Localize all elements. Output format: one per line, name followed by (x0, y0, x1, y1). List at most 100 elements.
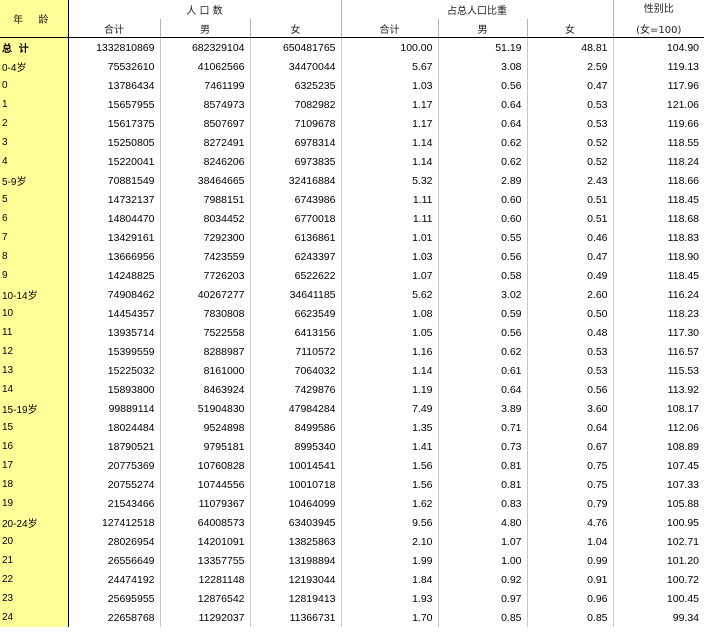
table-header: 年 龄 人 口 数 占总人口比重 性别比 合计 男 女 合计 男 女 (女=10… (0, 0, 705, 38)
cell-share-total: 1.03 (341, 76, 439, 95)
cell-sex-ratio: 117.96 (667, 79, 700, 92)
cell-share-male: 0.73 (438, 437, 528, 456)
cell-age: 1 (0, 95, 69, 114)
table-row: 10 14454357 7830808 6623549 1.08 0.59 0.50 118.… (0, 304, 704, 323)
cell-share-female: 0.49 (527, 266, 614, 285)
cell-age: 4 (0, 152, 69, 171)
cell-pop-male: 8272491 (160, 133, 251, 152)
cell-share-total: 5.62 (341, 285, 439, 304)
cell-sex-ratio: 118.83 (667, 231, 700, 244)
cell-pop-total: 25695955 (68, 589, 161, 608)
table-row: 总 计 1332810869 682329104 650481765 100.00 51.… (0, 37, 704, 57)
cell-share-total: 1.14 (341, 361, 439, 380)
cell-pop-male: 9795181 (160, 437, 251, 456)
cell-sex-ratio: 119.66 (667, 117, 700, 130)
cell-share-total: 2.10 (341, 532, 439, 551)
table-row: 0 13786434 7461199 6325235 1.03 0.56 0.47 117.9… (0, 76, 704, 95)
cell-share-male: 0.58 (438, 266, 528, 285)
table-row: 20-24岁 127412518 64008573 63403945 9.56 4.80 4… (0, 513, 704, 532)
cell-share-total: 1.08 (341, 304, 439, 323)
cell-age: 20-24岁 (0, 513, 69, 532)
cell-share-female: 2.60 (527, 285, 614, 304)
table-row: 13 15225032 8161000 7064032 1.14 0.61 0.53 115.… (0, 361, 704, 380)
cell-sex-ratio: 108.89 (666, 440, 700, 453)
cell-share-total: 100.00 (341, 37, 439, 57)
cell-share-male: 0.60 (438, 190, 528, 209)
cell-share-male: 0.64 (438, 114, 528, 133)
table-row: 19 21543466 11079367 10464099 1.62 0.83 0.79 10… (0, 494, 704, 513)
cell-pop-male: 8246206 (160, 152, 251, 171)
header-pop-female: 女 (250, 19, 342, 38)
cell-share-male: 1.00 (438, 551, 528, 570)
cell-pop-female: 34641185 (250, 285, 342, 304)
cell-pop-total: 1332810869 (68, 37, 161, 57)
cell-pop-female: 6522622 (250, 266, 342, 285)
table-row: 18 20755274 10744556 10010718 1.56 0.81 0.75 10… (0, 475, 704, 494)
table-row: 2 15617375 8507697 7109678 1.17 0.64 0.53 119.6… (0, 114, 704, 133)
cell-pop-female: 7064032 (250, 361, 342, 380)
cell-share-female: 0.91 (527, 570, 614, 589)
cell-age: 18 (0, 475, 69, 494)
cell-share-female: 0.50 (527, 304, 614, 323)
cell-share-male: 0.56 (438, 247, 528, 266)
cell-pop-male: 64008573 (160, 513, 251, 532)
cell-share-male: 0.85 (438, 608, 528, 627)
spreadsheet: 年 龄 人 口 数 占总人口比重 性别比 合计 男 女 合计 男 女 (女=10… (0, 0, 706, 627)
cell-pop-male: 682329104 (160, 37, 251, 57)
cell-pop-total: 74908462 (68, 285, 161, 304)
cell-share-total: 1.17 (341, 114, 439, 133)
cell-share-total: 1.11 (341, 209, 439, 228)
cell-sex-ratio: 118.45 (667, 269, 700, 282)
cell-share-female: 48.81 (527, 37, 614, 57)
cell-age: 24 (0, 608, 69, 627)
cell-share-female: 3.60 (527, 399, 614, 418)
table-row: 6 14804470 8034452 6770018 1.11 0.60 0.51 118.6… (0, 209, 704, 228)
cell-age: 0 (0, 76, 69, 95)
header-share-total: 合计 (341, 19, 439, 38)
cell-pop-male: 51904830 (160, 399, 251, 418)
cell-pop-male: 8161000 (160, 361, 251, 380)
table-row: 23 25695955 12876542 12819413 1.93 0.97 0.96 10… (0, 589, 704, 608)
cell-pop-female: 10464099 (250, 494, 342, 513)
cell-pop-total: 75532610 (68, 57, 161, 76)
cell-pop-female: 7429876 (250, 380, 342, 399)
cell-pop-female: 7082982 (250, 95, 342, 114)
cell-sex-ratio: 104.90 (666, 41, 700, 54)
cell-age: 20 (0, 532, 69, 551)
cell-share-female: 2.43 (527, 171, 614, 190)
cell-age: 21 (0, 551, 69, 570)
cell-pop-total: 20775369 (68, 456, 161, 475)
cell-age: 23 (0, 589, 69, 608)
cell-pop-male: 9524898 (160, 418, 251, 437)
cell-share-total: 1.11 (341, 190, 439, 209)
cell-age: 7 (0, 228, 69, 247)
cell-share-total: 1.19 (341, 380, 439, 399)
cell-age: 15-19岁 (0, 399, 69, 418)
cell-sex-ratio: 118.45 (667, 193, 700, 206)
cell-pop-male: 11292037 (160, 608, 251, 627)
table-row: 7 13429161 7292300 6136861 1.01 0.55 0.46 118.8… (0, 228, 704, 247)
cell-sex-ratio: 102.71 (666, 535, 700, 548)
cell-share-male: 0.55 (438, 228, 528, 247)
cell-share-total: 7.49 (341, 399, 439, 418)
cell-share-female: 0.53 (527, 361, 614, 380)
cell-share-total: 1.01 (341, 228, 439, 247)
cell-share-male: 0.81 (438, 475, 528, 494)
cell-pop-male: 8574973 (160, 95, 251, 114)
cell-sex-ratio: 118.68 (667, 212, 700, 225)
population-table: 年 龄 人 口 数 占总人口比重 性别比 合计 男 女 合计 男 女 (女=10… (0, 0, 705, 627)
table-row: 24 22658768 11292037 11366731 1.70 0.85 0.85 99… (0, 608, 704, 627)
cell-share-male: 0.62 (438, 342, 528, 361)
cell-age: 10 (0, 304, 69, 323)
cell-share-total: 1.56 (341, 475, 439, 494)
cell-sex-ratio: 118.23 (667, 307, 700, 320)
table-row: 15-19岁 99889114 51904830 47984284 7.49 3.89 3.… (0, 399, 704, 418)
cell-age: 13 (0, 361, 69, 380)
cell-pop-male: 7423559 (160, 247, 251, 266)
header-share-male: 男 (438, 19, 528, 38)
cell-pop-total: 21543466 (68, 494, 161, 513)
cell-share-total: 1.05 (341, 323, 439, 342)
table-row: 0-4岁 75532610 41062566 34470044 5.67 3.08 2.59… (0, 57, 704, 76)
cell-sex-ratio: 100.95 (666, 516, 700, 529)
cell-pop-total: 26556649 (68, 551, 161, 570)
